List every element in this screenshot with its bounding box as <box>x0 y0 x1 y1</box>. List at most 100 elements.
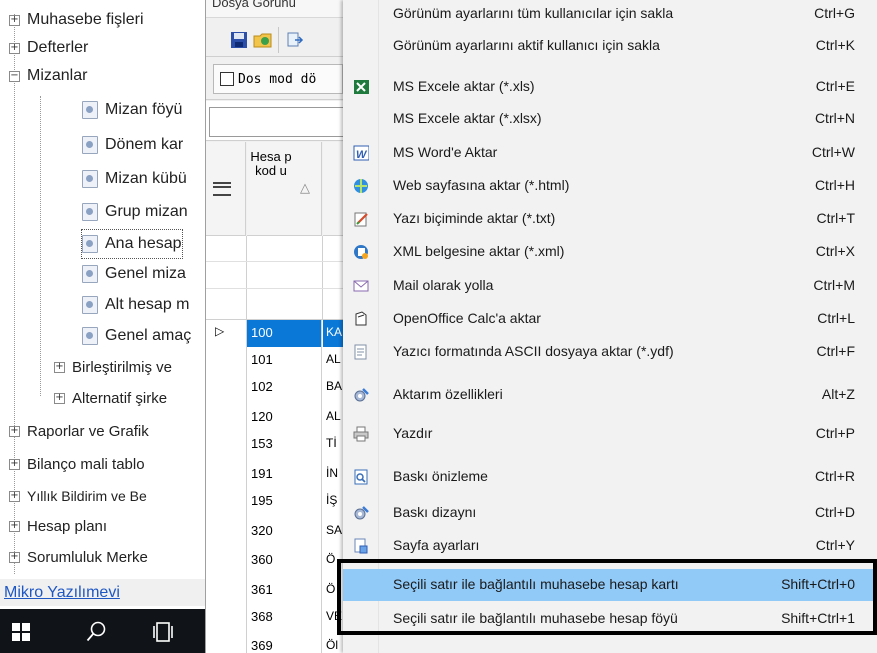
table-row[interactable]: 191 İN <box>206 461 346 489</box>
menu-item[interactable]: Baskı dizaynı Ctrl+D <box>343 497 877 529</box>
mikro-yazilimevi-link[interactable]: Mikro Yazılımevi <box>4 584 120 602</box>
cell-hesap-kodu[interactable]: 153 <box>247 431 322 461</box>
expand-icon[interactable]: + <box>9 490 20 502</box>
menu-item[interactable]: Aktarım özellikleri Alt+Z <box>343 379 877 411</box>
menu-item[interactable]: Görünüm ayarlarını tüm kullanıcılar için… <box>343 0 877 30</box>
table-row[interactable]: 120 AL <box>206 404 346 432</box>
cell-hesap-kodu[interactable]: 102 <box>247 374 322 404</box>
expand-icon[interactable]: + <box>9 42 20 54</box>
tree-item-sorumluluk[interactable]: + Sorumluluk Merke <box>9 543 148 571</box>
cell-hesap-kodu[interactable]: 191 <box>247 461 322 488</box>
xml-icon <box>354 245 368 259</box>
tree-item-donem-kar[interactable]: Dönem kar <box>82 131 183 159</box>
row-selector[interactable] <box>206 604 247 633</box>
menu-item[interactable]: MS Excele aktar (*.xls) Ctrl+E <box>343 71 877 103</box>
dos-mod-checkbox[interactable]: Dos mod dö <box>213 64 343 94</box>
table-row[interactable]: 195 İŞ <box>206 488 346 519</box>
menu-item[interactable]: Yazdır Ctrl+P <box>343 418 877 450</box>
cell-hesap-kodu[interactable]: 120 <box>247 404 322 431</box>
menu-item[interactable]: OpenOffice Calc'a aktar Ctrl+L <box>343 303 877 335</box>
column-chooser-icon[interactable] <box>213 182 231 196</box>
search-icon[interactable] <box>86 621 106 643</box>
menu-bar[interactable]: Dosya Görünü <box>206 0 346 18</box>
row-selector[interactable] <box>206 547 247 577</box>
row-selector[interactable] <box>206 347 247 374</box>
cell-hesap-kodu[interactable]: 101 <box>247 347 322 374</box>
cell-hesap-kodu[interactable]: 369 <box>247 633 322 653</box>
expand-icon[interactable]: + <box>9 520 20 532</box>
row-selector[interactable] <box>206 404 247 431</box>
menu-item[interactable]: Baskı önizleme Ctrl+R <box>343 461 877 493</box>
expand-icon[interactable]: + <box>9 458 20 470</box>
menu-item[interactable]: Görünüm ayarlarını aktif kullanıcı için … <box>343 30 877 62</box>
tree-item-mizan-kubu[interactable]: Mizan kübü <box>82 165 187 193</box>
column-header-hesap-kodu[interactable]: Hesa p kod u △ <box>247 142 322 236</box>
row-selector[interactable] <box>206 488 247 518</box>
tree-item-raporlar[interactable]: + Raporlar ve Grafik <box>9 417 149 445</box>
cell-hesap-kodu[interactable]: 100 <box>247 320 322 347</box>
tree-item-yillik-bildirim[interactable]: + Yıllık Bildirim ve Be <box>9 482 147 510</box>
row-selector-header[interactable] <box>206 142 246 236</box>
tree-item-muhasebe-fisleri[interactable]: + Muhasebe fişleri <box>9 6 144 34</box>
menu-item[interactable]: Seçili satır ile bağlantılı muhasebe hes… <box>343 569 877 601</box>
cell-hesap-kodu[interactable]: 195 <box>247 488 322 518</box>
menu-item[interactable]: Yazı biçiminde aktar (*.txt) Ctrl+T <box>343 203 877 235</box>
table-row[interactable]: 360 Ö <box>206 547 346 578</box>
tree-item-mizanlar[interactable]: − Mizanlar <box>9 62 87 90</box>
menu-item-shortcut: Ctrl+K <box>815 37 855 53</box>
menu-item[interactable]: XML belgesine aktar (*.xml) Ctrl+X <box>343 236 877 268</box>
collapse-icon[interactable]: − <box>9 70 20 82</box>
tree-item-genel-mizan[interactable]: Genel miza <box>82 260 186 288</box>
cell-hesap-kodu[interactable]: 320 <box>247 518 322 547</box>
tree-item-defterler[interactable]: + Defterler <box>9 34 88 62</box>
export-icon[interactable] <box>286 31 304 49</box>
menu-item-shortcut: Ctrl+M <box>813 277 855 293</box>
tree-item-ana-hesap[interactable]: Ana hesap <box>81 229 183 259</box>
expand-icon[interactable]: + <box>9 425 20 437</box>
menu-item[interactable]: MS Excele aktar (*.xlsx) Ctrl+N <box>343 103 877 135</box>
menu-item[interactable]: Yazıcı formatında ASCII dosyaya aktar (*… <box>343 336 877 368</box>
menu-item-label: MS Word'e Aktar <box>393 144 498 160</box>
grid-search-input[interactable] <box>209 107 345 137</box>
table-row[interactable]: 101 AL <box>206 347 346 375</box>
tree-item-birlestirilmis[interactable]: + Birleştirilmiş ve <box>54 353 172 381</box>
cell-hesap-kodu[interactable]: 361 <box>247 577 322 604</box>
table-row[interactable]: 102 BA <box>206 374 346 405</box>
table-row[interactable]: 361 Ö <box>206 577 346 605</box>
table-row[interactable]: 368 VE <box>206 604 346 634</box>
row-selector[interactable] <box>206 577 247 604</box>
task-view-icon[interactable] <box>153 622 173 642</box>
expand-icon[interactable]: + <box>9 551 20 563</box>
menu-item[interactable]: Mail olarak yolla Ctrl+M <box>343 270 877 302</box>
row-selector[interactable] <box>206 431 247 461</box>
menu-item[interactable]: Sayfa ayarları Ctrl+Y <box>343 530 877 562</box>
menu-item[interactable]: Web sayfasına aktar (*.html) Ctrl+H <box>343 170 877 202</box>
table-row[interactable]: 320 SA <box>206 518 346 548</box>
expand-icon[interactable]: + <box>9 14 20 26</box>
row-selector[interactable]: ▷ <box>206 320 247 347</box>
tree-item-grup-mizan[interactable]: Grup mizan <box>82 198 188 226</box>
table-row[interactable]: ▷ 100 KA <box>206 320 346 348</box>
save-icon[interactable] <box>230 31 248 49</box>
checkbox-box[interactable] <box>220 72 234 86</box>
tree-item-bilanco[interactable]: + Bilanço mali tablo <box>9 450 145 478</box>
cell-hesap-kodu[interactable]: 360 <box>247 547 322 577</box>
row-selector[interactable] <box>206 518 247 547</box>
tree-item-hesap-plani[interactable]: + Hesap planı <box>9 512 107 540</box>
table-row[interactable]: 369 Öl <box>206 633 346 653</box>
tree-item-mizan-foyu[interactable]: Mizan föyü <box>82 96 182 124</box>
tree-item-alt-hesap[interactable]: Alt hesap m <box>82 291 189 319</box>
folder-favorites-icon[interactable] <box>253 30 273 50</box>
row-selector[interactable] <box>206 374 247 404</box>
cell-hesap-kodu[interactable]: 368 <box>247 604 322 633</box>
expand-icon[interactable]: + <box>54 392 65 404</box>
menu-item[interactable]: W MS Word'e Aktar Ctrl+W <box>343 137 877 169</box>
row-selector[interactable] <box>206 633 247 653</box>
expand-icon[interactable]: + <box>54 361 65 373</box>
row-selector[interactable] <box>206 461 247 488</box>
menu-item[interactable]: Seçili satır ile bağlantılı muhasebe hes… <box>343 603 877 635</box>
tree-item-genel-amac[interactable]: Genel amaç <box>82 322 191 350</box>
tree-item-alternatif[interactable]: + Alternatif şirke <box>54 384 167 412</box>
windows-start-icon[interactable] <box>12 623 30 641</box>
table-row[interactable]: 153 Tİ <box>206 431 346 462</box>
